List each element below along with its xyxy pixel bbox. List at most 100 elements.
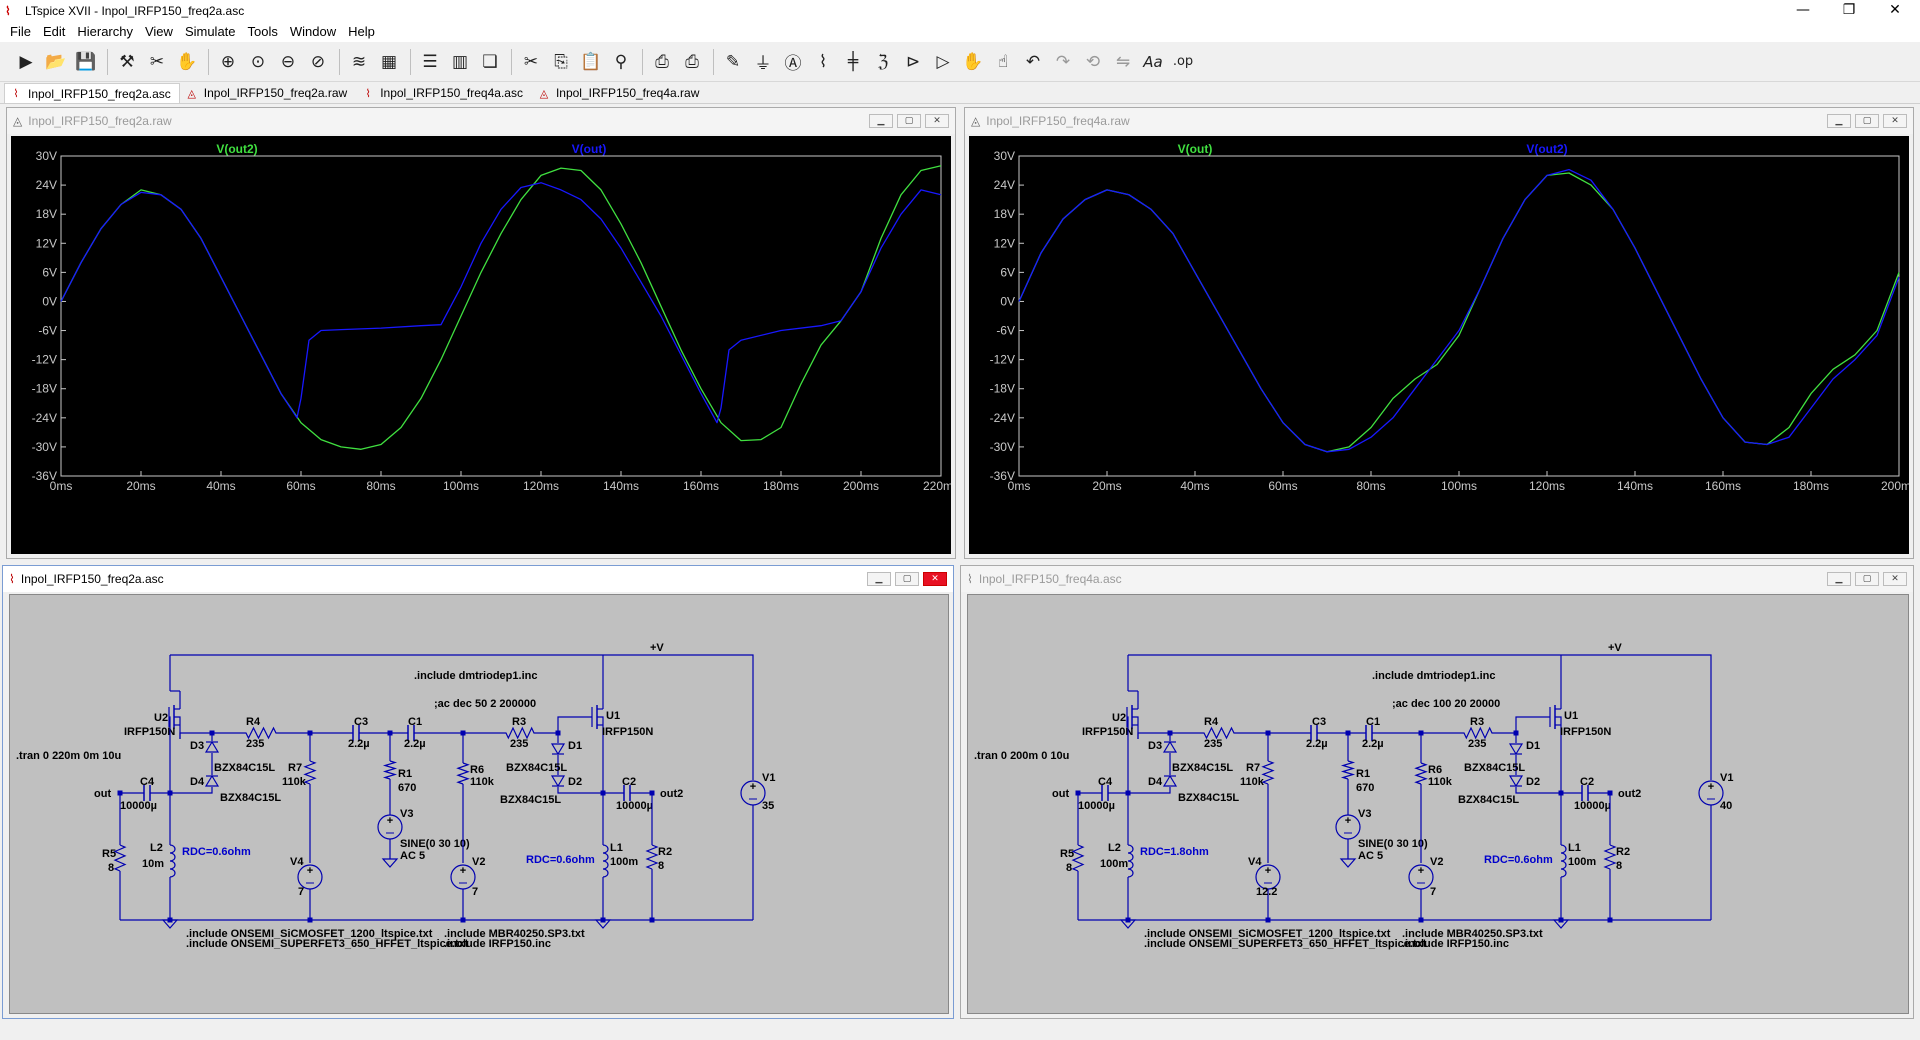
redo-icon[interactable]: ↷ — [1049, 48, 1077, 76]
control-panel-icon[interactable]: ⚒ — [113, 48, 141, 76]
save-icon[interactable]: 💾 — [72, 48, 100, 76]
wire[interactable] — [456, 762, 470, 785]
spice-directive-icon[interactable]: .op — [1169, 48, 1197, 76]
tab-freq2a-raw[interactable]: ◬ Inpol_IRFP150_freq2a.raw — [180, 83, 356, 103]
maximize-button[interactable]: ▢ — [1855, 114, 1879, 128]
minimize-button[interactable]: — — [1780, 0, 1826, 22]
print-preview-icon[interactable]: ⎙ — [678, 48, 706, 76]
window-titlebar[interactable]: ⌇ Inpol_IRFP150_freq2a.asc ▁ ▢ ✕ — [3, 566, 953, 592]
schematic-window-freq2a[interactable]: ⌇ Inpol_IRFP150_freq2a.asc ▁ ▢ ✕ +V .incl… — [2, 565, 954, 1019]
menu-file[interactable]: File — [4, 22, 37, 42]
wire[interactable] — [1458, 726, 1498, 740]
wire[interactable] — [1261, 760, 1275, 785]
diode-symbol[interactable] — [550, 743, 566, 756]
waveform-window-freq2a[interactable]: ◬ Inpol_IRFP150_freq2a.raw ▁ ▢ ✕ 30V 24V 1… — [6, 107, 956, 559]
find-icon[interactable]: ⚲ — [607, 48, 635, 76]
plot-pane[interactable]: 30V 24V 18V 12V 6V 0V -6V -12V -18V -24V -30V -36V 0… — [969, 136, 1909, 554]
diode-symbol[interactable] — [1508, 775, 1524, 788]
legend-entry[interactable]: V(out) — [1178, 142, 1213, 156]
waveform-window-freq4a[interactable]: ◬ Inpol_IRFP150_freq4a.raw ▁ ▢ ✕ 30V 24V 1… — [964, 107, 1914, 559]
wire[interactable] — [179, 732, 210, 739]
menu-simulate[interactable]: Simulate — [179, 22, 242, 42]
legend-entry[interactable]: V(out2) — [216, 142, 257, 156]
menu-hierarchy[interactable]: Hierarchy — [71, 22, 139, 42]
schematic-canvas[interactable]: +V .include dmtriodep1.inc ;ac dec 50 2 20… — [9, 594, 949, 1014]
diode-symbol[interactable] — [550, 775, 566, 788]
zoom-out-icon[interactable]: ⊖ — [274, 48, 302, 76]
window-titlebar[interactable]: ◬ Inpol_IRFP150_freq2a.raw ▁ ▢ ✕ — [7, 108, 955, 134]
ground-icon[interactable]: ⏚ — [749, 48, 777, 76]
minimize-button[interactable]: ▁ — [869, 114, 893, 128]
wire[interactable] — [1603, 844, 1617, 870]
wire[interactable] — [1071, 844, 1085, 872]
wire[interactable] — [1515, 716, 1550, 733]
maximize-button[interactable]: ❐ — [1826, 0, 1872, 22]
wire[interactable] — [1132, 716, 1139, 725]
inductor-coil[interactable] — [169, 844, 176, 878]
wire[interactable] — [645, 844, 659, 870]
cut-icon[interactable]: ✂ — [517, 48, 545, 76]
close-button[interactable]: ✕ — [923, 572, 947, 586]
pan-icon[interactable]: ✋ — [173, 48, 201, 76]
maximize-button[interactable]: ▢ — [1855, 572, 1879, 586]
inductor-icon[interactable]: ℨ — [869, 48, 897, 76]
cascade-icon[interactable]: ❏ — [476, 48, 504, 76]
run-icon[interactable]: ▶ — [12, 48, 40, 76]
series-line-vout2[interactable] — [60, 165, 942, 450]
tab-freq4a-asc[interactable]: ⌇ Inpol_IRFP150_freq4a.asc — [356, 83, 532, 103]
legend-entry[interactable]: V(out2) — [1526, 142, 1567, 156]
menu-help[interactable]: Help — [342, 22, 381, 42]
resistor-icon[interactable]: ⌇ — [809, 48, 837, 76]
schematic-window-freq4a[interactable]: ⌇ Inpol_IRFP150_freq4a.asc ▁ ▢ ✕ +V .incl… — [960, 565, 1914, 1019]
move-icon[interactable]: ✋ — [959, 48, 987, 76]
diode-symbol[interactable] — [204, 774, 220, 787]
wire[interactable] — [500, 726, 540, 740]
autorange-icon[interactable]: ≋ — [345, 48, 373, 76]
wire[interactable] — [303, 760, 317, 785]
menu-window[interactable]: Window — [284, 22, 342, 42]
zoom-back-icon[interactable]: ⊙ — [244, 48, 272, 76]
wire[interactable] — [597, 716, 604, 725]
drag-icon[interactable]: ☝ — [989, 48, 1017, 76]
diode-symbol[interactable] — [1162, 774, 1178, 787]
open-icon[interactable]: 📂 — [42, 48, 70, 76]
inductor-coil[interactable] — [1560, 844, 1567, 878]
tile-horizontal-icon[interactable]: ☰ — [416, 48, 444, 76]
legend-entry[interactable]: V(out) — [572, 142, 607, 156]
diode-symbol[interactable] — [204, 740, 220, 753]
wire[interactable] — [1414, 762, 1428, 785]
window-titlebar[interactable]: ⌇ Inpol_IRFP150_freq4a.asc ▁ ▢ ✕ — [961, 566, 1913, 592]
rotate-icon[interactable]: ⟲ — [1079, 48, 1107, 76]
minimize-button[interactable]: ▁ — [1827, 114, 1851, 128]
menu-edit[interactable]: Edit — [37, 22, 71, 42]
window-titlebar[interactable]: ◬ Inpol_IRFP150_freq4a.raw ▁ ▢ ✕ — [965, 108, 1913, 134]
mirror-icon[interactable]: ⇋ — [1109, 48, 1137, 76]
label-net-icon[interactable]: Ⓐ — [779, 48, 807, 76]
wire[interactable] — [1198, 726, 1240, 740]
plot-pane[interactable]: 30V 24V 18V 12V 6V 0V -6V -12V -18V -24V -30V -36V 0… — [11, 136, 951, 554]
wire[interactable] — [1340, 760, 1356, 780]
zoom-fit-icon[interactable]: ⊘ — [304, 48, 332, 76]
zoom-in-icon[interactable]: ⊕ — [214, 48, 242, 76]
series-line-vout[interactable] — [1018, 172, 1900, 453]
schematic-canvas[interactable]: +V .include dmtriodep1.inc ;ac dec 100 20 … — [967, 594, 1909, 1014]
tile-vertical-icon[interactable]: ▥ — [446, 48, 474, 76]
grid-icon[interactable]: ▦ — [375, 48, 403, 76]
close-button[interactable]: ✕ — [1883, 572, 1907, 586]
tab-freq2a-asc[interactable]: ⌇ Inpol_IRFP150_freq2a.asc — [4, 83, 180, 103]
undo-icon[interactable]: ↶ — [1019, 48, 1047, 76]
halt-icon[interactable]: ✂ — [143, 48, 171, 76]
wire[interactable] — [174, 716, 181, 725]
tab-freq4a-raw[interactable]: ◬ Inpol_IRFP150_freq4a.raw — [532, 83, 708, 103]
copy-icon[interactable]: ⎘ — [547, 48, 575, 76]
print-icon[interactable]: ⎙ — [648, 48, 676, 76]
wire[interactable] — [240, 726, 282, 740]
series-line-vout2[interactable] — [1018, 168, 1900, 453]
close-button[interactable]: ✕ — [1883, 114, 1907, 128]
paste-icon[interactable]: 📋 — [577, 48, 605, 76]
diode-symbol[interactable] — [1162, 740, 1178, 753]
diode-icon[interactable]: ⊳ — [899, 48, 927, 76]
component-icon[interactable]: ▷ — [929, 48, 957, 76]
inductor-coil[interactable] — [1127, 844, 1134, 878]
waveform-plot[interactable]: 30V24V18V12V6V0V-6V-12V-18V-24V-30V-36V0… — [969, 136, 1909, 554]
